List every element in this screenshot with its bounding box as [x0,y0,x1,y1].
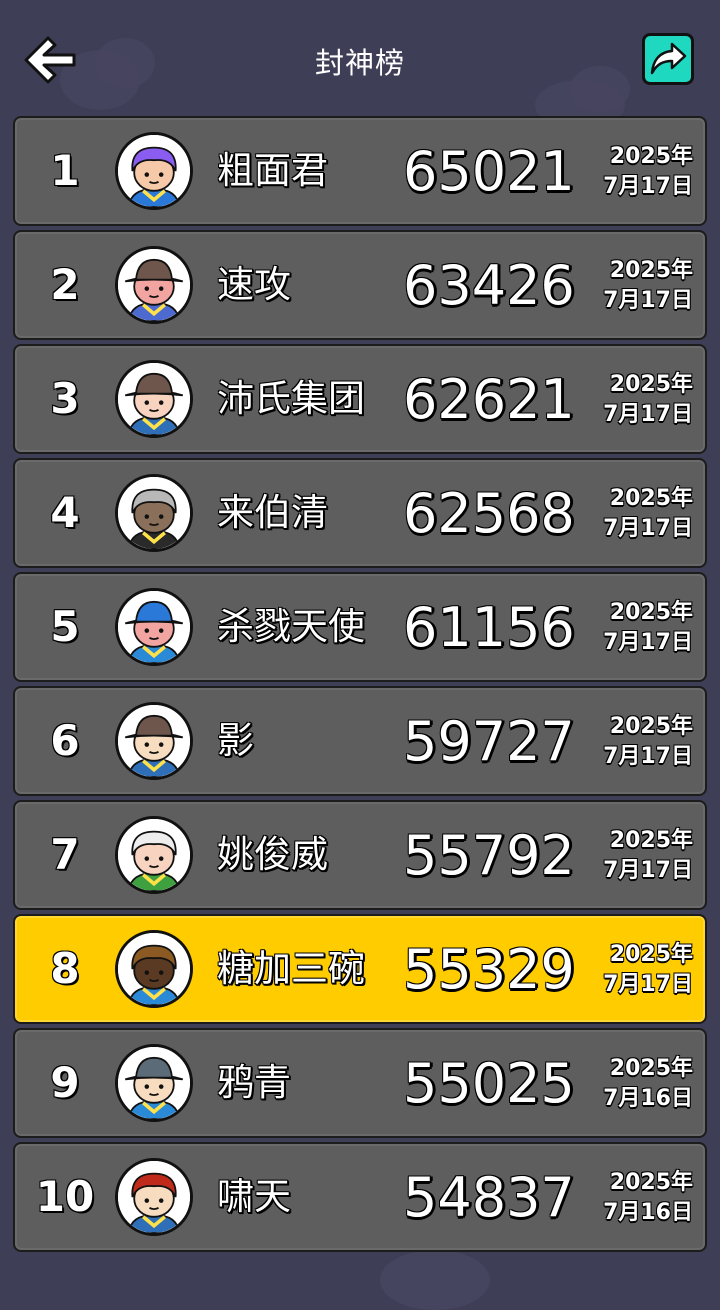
background-cloud [380,1250,490,1310]
record-date-year: 2025年 [609,942,693,967]
leaderboard-row[interactable]: 7 姚俊威 55792 2025年 7月17日 [13,800,707,910]
leaderboard-row[interactable]: 1 粗面君 65021 2025年 7月17日 [13,116,707,226]
record-date: 2025年 7月16日 [583,1054,693,1114]
player-score: 63426 [403,254,575,317]
leaderboard-list: 1 粗面君 65021 2025年 7月17日 2 速攻 63426 2025年 7月17日 3 沛氏… [13,116,707,1256]
rank-number: 5 [49,601,80,652]
record-date: 2025年 7月17日 [583,370,693,430]
avatar [115,1158,193,1236]
record-date: 2025年 7月17日 [583,598,693,658]
leaderboard-row[interactable]: 9 鸦青 55025 2025年 7月16日 [13,1028,707,1138]
record-date: 2025年 7月17日 [583,712,693,772]
player-score: 54837 [403,1166,575,1229]
record-date-day: 7月17日 [603,288,693,313]
player-name: 来伯清 [217,491,328,534]
player-score: 59727 [403,710,575,773]
player-name: 影 [217,719,254,762]
share-button[interactable] [642,33,694,85]
leaderboard-row[interactable]: 4 来伯清 62568 2025年 7月17日 [13,458,707,568]
player-score: 55792 [403,824,575,887]
player-name: 姚俊威 [217,833,328,876]
rank-number: 6 [49,715,80,766]
player-name: 鸦青 [217,1061,291,1104]
rank-number: 4 [49,487,80,538]
avatar [115,246,193,324]
record-date-day: 7月17日 [603,972,693,997]
player-score: 62621 [403,368,575,431]
rank-number: 10 [35,1171,95,1222]
record-date: 2025年 7月17日 [583,142,693,202]
player-name: 沛氏集团 [217,377,365,420]
record-date: 2025年 7月17日 [583,940,693,1000]
leaderboard-row-current-player[interactable]: 8 糖加三碗 55329 2025年 7月17日 [13,914,707,1024]
record-date-day: 7月17日 [603,516,693,541]
record-date-day: 7月17日 [603,858,693,883]
leaderboard-row[interactable]: 10 啸天 54837 2025年 7月16日 [13,1142,707,1252]
record-date: 2025年 7月17日 [583,484,693,544]
avatar [115,474,193,552]
leaderboard-row[interactable]: 6 影 59727 2025年 7月17日 [13,686,707,796]
rank-number: 8 [49,943,80,994]
player-score: 61156 [403,596,575,659]
leaderboard-row[interactable]: 5 杀戮天使 61156 2025年 7月17日 [13,572,707,682]
record-date-year: 2025年 [609,486,693,511]
share-arrow-icon [650,42,687,75]
player-name: 糖加三碗 [217,947,365,990]
rank-number: 2 [49,259,80,310]
player-score: 62568 [403,482,575,545]
record-date-year: 2025年 [609,144,693,169]
avatar [115,816,193,894]
avatar [115,1044,193,1122]
page-title: 封神榜 [314,46,405,80]
record-date: 2025年 7月16日 [583,1168,693,1228]
player-name: 速攻 [217,263,291,306]
avatar [115,702,193,780]
record-date-year: 2025年 [609,828,693,853]
header: 封神榜 [0,0,720,116]
rank-number: 7 [49,829,80,880]
record-date-day: 7月17日 [603,174,693,199]
avatar [115,930,193,1008]
player-name: 啸天 [217,1175,291,1218]
player-name: 粗面君 [217,149,328,192]
leaderboard-row[interactable]: 3 沛氏集团 62621 2025年 7月17日 [13,344,707,454]
leaderboard-row[interactable]: 2 速攻 63426 2025年 7月17日 [13,230,707,340]
record-date-year: 2025年 [609,258,693,283]
avatar [115,360,193,438]
record-date-year: 2025年 [609,714,693,739]
record-date-day: 7月17日 [603,402,693,427]
record-date-day: 7月17日 [603,744,693,769]
player-score: 65021 [403,140,575,203]
record-date-day: 7月16日 [603,1200,693,1225]
record-date-year: 2025年 [609,600,693,625]
player-name: 杀戮天使 [217,605,365,648]
record-date-day: 7月17日 [603,630,693,655]
rank-number: 1 [49,145,80,196]
record-date-year: 2025年 [609,1170,693,1195]
record-date-year: 2025年 [609,372,693,397]
avatar [115,132,193,210]
player-score: 55025 [403,1052,575,1115]
record-date: 2025年 7月17日 [583,826,693,886]
avatar [115,588,193,666]
record-date-year: 2025年 [609,1056,693,1081]
record-date-day: 7月16日 [603,1086,693,1111]
rank-number: 9 [49,1057,80,1108]
rank-number: 3 [49,373,80,424]
player-score: 55329 [403,938,575,1001]
record-date: 2025年 7月17日 [583,256,693,316]
